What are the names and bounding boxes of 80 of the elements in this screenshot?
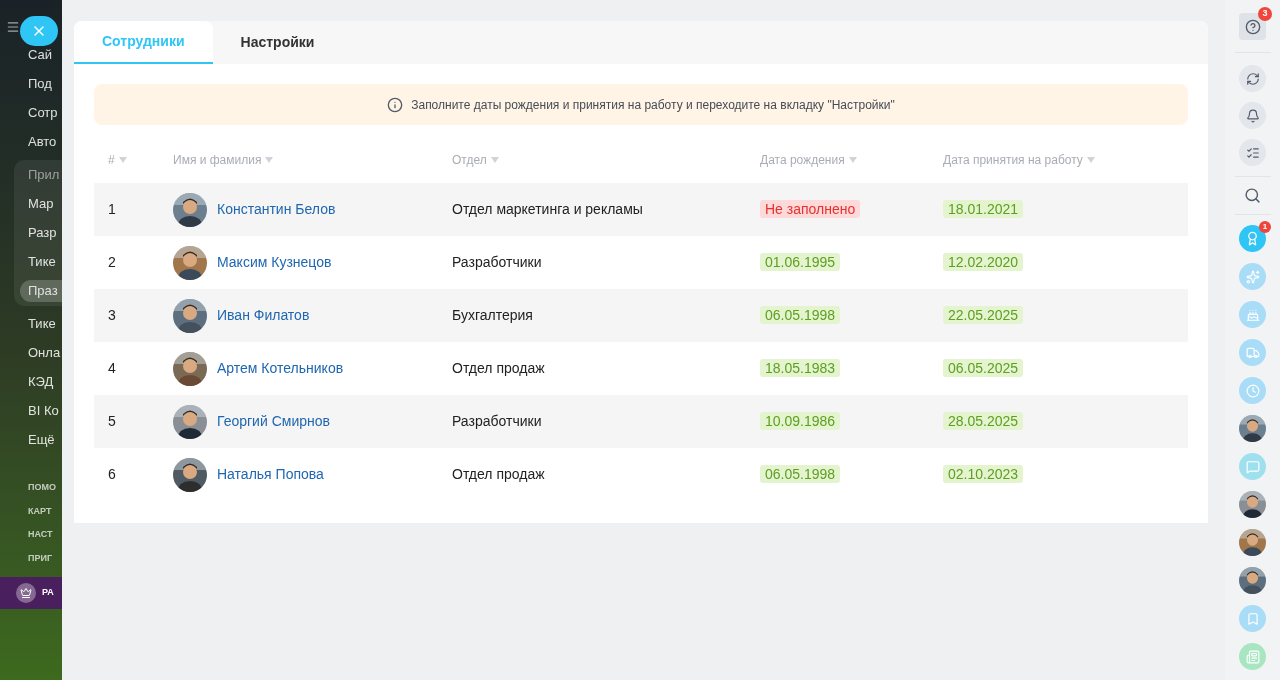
- cake-icon[interactable]: [1239, 301, 1266, 328]
- sidebar-item[interactable]: Ещё: [28, 429, 62, 451]
- sidebar-item[interactable]: Праз: [20, 280, 62, 302]
- date-badge: 12.02.2020: [943, 253, 1024, 271]
- help-icon: [1244, 18, 1261, 35]
- chat-icon[interactable]: [1239, 453, 1266, 480]
- notification-badge: 1: [1259, 221, 1271, 233]
- date-badge: 06.05.2025: [943, 359, 1024, 377]
- department: Отдел продаж: [452, 466, 545, 482]
- sidebar-item[interactable]: BI Ко: [28, 400, 62, 422]
- date-badge: 01.06.1995: [760, 253, 841, 271]
- sidebar-item[interactable]: Авто: [28, 131, 62, 153]
- sidebar-item[interactable]: Сай: [28, 44, 62, 66]
- sync-icon: [1245, 71, 1260, 86]
- menu-icon[interactable]: [6, 20, 20, 34]
- sync-button[interactable]: [1239, 65, 1266, 92]
- department: Разработчики: [452, 413, 542, 429]
- notification-badge: 3: [1258, 7, 1272, 21]
- date-badge: 06.05.1998: [760, 306, 841, 324]
- row-number: 3: [108, 307, 116, 323]
- date-badge: 18.01.2021: [943, 200, 1024, 218]
- sidebar-item[interactable]: КЭД: [28, 371, 62, 393]
- close-button[interactable]: [20, 16, 58, 46]
- sidebar-link[interactable]: НАСТ: [28, 528, 62, 542]
- info-icon: [387, 96, 404, 113]
- sort-icon[interactable]: [118, 157, 127, 163]
- sidebar-item[interactable]: Под: [28, 73, 62, 95]
- employee-link[interactable]: Наталья Попова: [217, 464, 324, 485]
- employee-link[interactable]: Георгий Смирнов: [217, 411, 330, 432]
- bookmark-icon[interactable]: [1239, 605, 1266, 632]
- row-number: 5: [108, 413, 116, 429]
- sidebar-link[interactable]: КАРТ: [28, 504, 62, 518]
- date-badge: 22.05.2025: [943, 306, 1024, 324]
- date-badge: 10.09.1986: [760, 412, 841, 430]
- sort-icon[interactable]: [490, 157, 499, 163]
- row-number: 6: [108, 466, 116, 482]
- date-badge: Не заполнено: [760, 200, 861, 218]
- row-number: 1: [108, 201, 116, 217]
- news-icon[interactable]: [1239, 643, 1266, 670]
- search-icon[interactable]: [1244, 187, 1261, 204]
- tab[interactable]: Настройки: [212, 21, 343, 64]
- row-number: 2: [108, 254, 116, 270]
- department: Отдел продаж: [452, 360, 545, 376]
- list-icon: [1245, 145, 1260, 160]
- sidebar-item[interactable]: Тике: [28, 313, 62, 335]
- group-title: Прил: [28, 166, 61, 185]
- clock-icon[interactable]: [1239, 377, 1266, 404]
- employee-link[interactable]: Иван Филатов: [217, 305, 310, 326]
- row-number: 4: [108, 360, 116, 376]
- award-button[interactable]: [1239, 225, 1266, 252]
- promo-bar[interactable]: РА: [0, 577, 62, 609]
- department: Бухгалтерия: [452, 307, 533, 323]
- employee-link[interactable]: Артем Котельников: [217, 358, 344, 379]
- sidebar-item[interactable]: Тике: [28, 251, 62, 273]
- sidebar-item[interactable]: Сотр: [28, 102, 62, 124]
- employee-link[interactable]: Константин Белов: [217, 199, 336, 220]
- date-badge: 18.05.1983: [760, 359, 841, 377]
- sidebar-link[interactable]: ПРИГ: [28, 551, 62, 565]
- truck-icon[interactable]: [1239, 339, 1266, 366]
- date-badge: 28.05.2025: [943, 412, 1024, 430]
- date-badge: 02.10.2023: [943, 465, 1024, 483]
- sort-icon[interactable]: [1086, 157, 1095, 163]
- medal-icon: [1245, 231, 1260, 246]
- list-button[interactable]: [1239, 139, 1266, 166]
- department: Отдел маркетинга и рекламы: [452, 201, 643, 217]
- crown-icon: [16, 583, 36, 603]
- bell-icon: [1245, 108, 1260, 123]
- notice-text: Заполните даты рождения и принятия на работу и переходите на вкладку "Настройки": [411, 96, 895, 114]
- date-badge: 06.05.1998: [760, 465, 841, 483]
- sort-icon[interactable]: [848, 157, 857, 163]
- sidebar-item[interactable]: Мар: [28, 193, 62, 215]
- sort-icon[interactable]: [265, 157, 274, 163]
- sidebar-item[interactable]: Разр: [28, 222, 62, 244]
- sidebar-link[interactable]: ПОМО: [28, 481, 62, 495]
- employee-link[interactable]: Максим Кузнецов: [217, 252, 332, 273]
- promo-text: РА: [42, 586, 54, 600]
- bell-button[interactable]: [1239, 102, 1266, 129]
- sparkle-icon[interactable]: [1239, 263, 1266, 290]
- department: Разработчики: [452, 254, 542, 270]
- sidebar-item[interactable]: Онла: [28, 342, 62, 364]
